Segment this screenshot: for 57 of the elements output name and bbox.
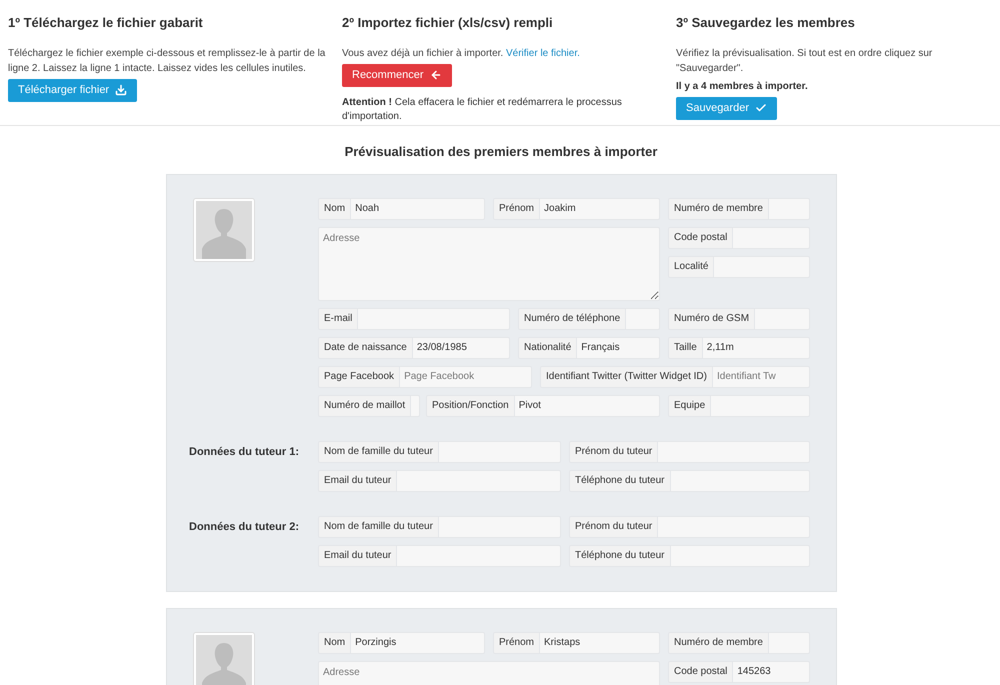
step-title: 1º Téléchargez le fichier gabarit xyxy=(8,14,204,32)
field-label: Localité xyxy=(668,256,714,278)
tutor-heading: Données du tuteur 2: xyxy=(189,520,300,534)
text-input[interactable]: Porzingis xyxy=(351,632,485,654)
step-text: Vous avez déjà un fichier à importer. Vérifier le fichier. xyxy=(342,46,581,60)
arrow-left-icon xyxy=(430,69,442,81)
field-label: Numéro de GSM xyxy=(668,308,756,330)
field-label: Nom de famille du tuteur xyxy=(318,516,439,538)
text-input[interactable]: Français xyxy=(577,336,660,358)
text-input[interactable]: 2,11m xyxy=(702,336,810,358)
field-label: Nom de famille du tuteur xyxy=(318,440,439,462)
preview-title: Prévisualisation des premiers membres à importer xyxy=(344,143,658,161)
field-label: Prénom du tuteur xyxy=(569,516,658,538)
address-field[interactable]: Adresse xyxy=(318,660,660,685)
field-label: Email du tuteur xyxy=(318,470,398,492)
field-label: Code postal xyxy=(668,660,734,682)
field-label: Prénom xyxy=(493,632,540,654)
text-input[interactable]: Pivot xyxy=(514,394,660,416)
text-input[interactable]: Joakim xyxy=(540,198,660,220)
field-label: Nom xyxy=(318,198,352,220)
field-label: Identifiant Twitter (Twitter Widget ID) xyxy=(540,366,713,388)
field-label: Code postal xyxy=(668,226,734,248)
check-icon xyxy=(755,102,767,114)
address-field[interactable]: Adresse xyxy=(318,226,660,300)
field-label: Numéro de téléphone xyxy=(518,308,626,330)
warning-text: Attention ! Cela effacera le fichier et redémarrera le processus d'importation. xyxy=(342,96,623,124)
download-icon xyxy=(115,84,128,96)
field-label: Prénom xyxy=(493,198,540,220)
step-title: 2º Importez fichier (xls/csv) rempli xyxy=(342,14,554,32)
field-label: Nationalité xyxy=(518,336,578,358)
field-label: Email du tuteur xyxy=(318,544,398,566)
field-label: E-mail xyxy=(318,308,358,330)
field-label: Téléphone du tuteur xyxy=(569,544,671,566)
tutor-heading: Données du tuteur 1: xyxy=(189,444,300,460)
field-label: Nom xyxy=(318,632,352,654)
step-text: Vérifiez la prévisualisation. Si tout est en ordre cliquez sur "Sauvegarder". xyxy=(676,46,934,76)
field-label: Numéro de maillot xyxy=(318,394,412,416)
field-label: Position/Fonction xyxy=(426,394,515,416)
member-count: Il y a 4 membres à importer. xyxy=(676,80,809,94)
verify-link[interactable]: Vérifier le fichier. xyxy=(506,48,580,58)
text-input[interactable]: Noah xyxy=(351,198,485,220)
restart-button[interactable]: Recommencer xyxy=(342,64,452,86)
step-title: 3º Sauvegardez les membres xyxy=(676,14,856,32)
field-label: Taille xyxy=(668,336,703,358)
text-input[interactable]: Page Facebook xyxy=(400,366,532,388)
field-label: Prénom du tuteur xyxy=(569,440,658,462)
field-label: Numéro de membre xyxy=(668,632,769,654)
field-label: Page Facebook xyxy=(318,366,400,388)
step-text: Téléchargez le fichier exemple ci-dessous et remplissez-le à partir de la ligne 2. Laissez la ligne 1 intacte. Laissez vides les cellules inutiles. xyxy=(8,46,326,76)
field-label: Date de naissance xyxy=(318,336,413,358)
text-input[interactable]: Kristaps xyxy=(540,632,660,654)
text-input[interactable]: Identifiant Tw xyxy=(712,366,810,388)
field-label: Téléphone du tuteur xyxy=(569,470,671,492)
field-label: Numéro de membre xyxy=(668,198,769,220)
text-input[interactable]: 145263 xyxy=(733,660,810,682)
text-input[interactable]: 23/08/1985 xyxy=(412,336,510,358)
field-label: Equipe xyxy=(668,394,712,416)
